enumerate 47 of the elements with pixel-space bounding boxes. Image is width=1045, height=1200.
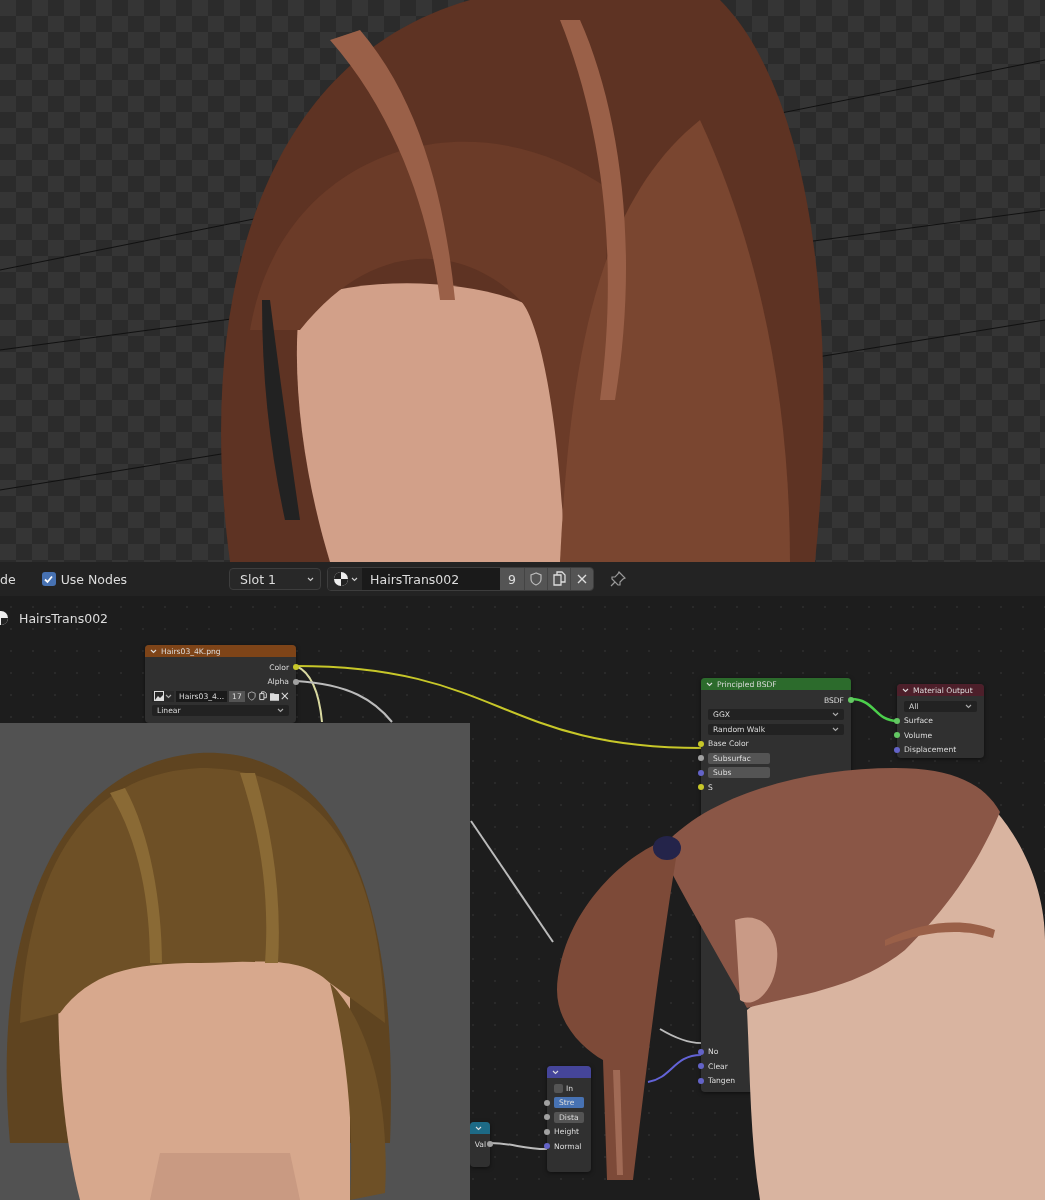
folder-icon[interactable] [269, 691, 280, 701]
mode-label[interactable]: de [0, 571, 16, 587]
material-name: HairsTrans002 [19, 610, 109, 626]
socket-dot[interactable] [894, 717, 900, 724]
socket-dot[interactable] [698, 1077, 704, 1084]
chevron-icon [307, 576, 315, 582]
chevron-icon [902, 687, 909, 693]
node-link[interactable] [647, 1054, 702, 1083]
checkbox-label: Use Nodes [60, 571, 128, 587]
socket-dot[interactable] [293, 678, 299, 685]
socket-dot[interactable] [487, 1141, 493, 1148]
socket-dot[interactable] [698, 784, 704, 791]
checkbox[interactable] [41, 572, 56, 586]
node-header[interactable] [470, 1122, 490, 1134]
image-icon [154, 691, 164, 702]
chevron-icon [165, 693, 172, 699]
socket-dot[interactable] [698, 740, 704, 747]
socket-dot[interactable] [698, 769, 704, 776]
socket-dot[interactable] [698, 1048, 704, 1055]
chevron-icon [552, 1069, 559, 1075]
socket-dot[interactable] [544, 1128, 550, 1135]
chevron-icon [475, 1125, 482, 1131]
close-icon[interactable] [281, 692, 289, 701]
socket-dot[interactable] [698, 1063, 704, 1070]
chevron-icon [150, 648, 157, 654]
checkbox[interactable] [554, 1083, 563, 1093]
image-browse-button[interactable] [152, 690, 174, 702]
node-header[interactable] [547, 1066, 591, 1078]
chevron-icon [706, 681, 713, 687]
copy-icon[interactable] [258, 691, 268, 702]
socket-dot[interactable] [894, 746, 900, 753]
socket-dot[interactable] [544, 1099, 550, 1106]
chevron-icon [832, 726, 839, 732]
chevron-icon [832, 712, 839, 718]
chevron-icon [965, 703, 972, 709]
socket-dot[interactable] [848, 697, 854, 704]
node-link[interactable] [659, 1028, 702, 1044]
socket-dot[interactable] [894, 732, 900, 739]
socket-dot[interactable] [698, 755, 704, 762]
socket-dot[interactable] [544, 1114, 550, 1121]
slot-dropdown[interactable]: Slot 1 [229, 568, 322, 590]
chevron-icon [277, 708, 284, 714]
pin-icon[interactable] [610, 571, 627, 587]
socket-dot[interactable] [293, 664, 299, 671]
shield-icon[interactable] [246, 691, 257, 702]
socket-dot[interactable] [544, 1143, 550, 1150]
node-link[interactable] [470, 820, 554, 943]
